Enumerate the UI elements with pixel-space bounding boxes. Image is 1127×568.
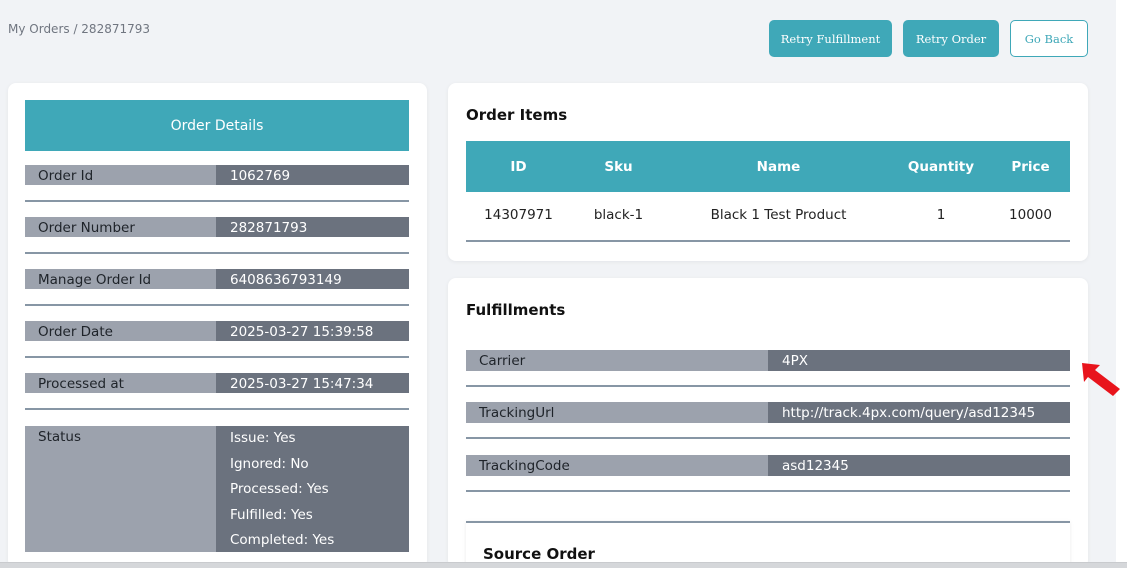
carrier-value: 4PX <box>768 350 1070 371</box>
carrier-label: Carrier <box>466 350 768 371</box>
fulfillments-title: Fulfillments <box>466 301 566 319</box>
col-quantity: Quantity <box>907 158 975 175</box>
divider <box>25 252 409 254</box>
col-id: ID <box>510 158 527 175</box>
cell-id: 14307971 <box>484 207 553 223</box>
order-date-label: Order Date <box>25 321 216 341</box>
divider <box>25 304 409 306</box>
order-date-value: 2025-03-27 15:39:58 <box>216 321 409 341</box>
status-processed: Processed: Yes <box>230 481 329 497</box>
order-id-label: Order Id <box>25 165 216 185</box>
tracking-url-value[interactable]: http://track.4px.com/query/asd12345 <box>768 402 1070 423</box>
page-right-strip <box>1116 0 1127 568</box>
order-items-title: Order Items <box>466 106 568 124</box>
order-number-label: Order Number <box>25 217 216 237</box>
order-id-value: 1062769 <box>216 165 409 185</box>
cell-sku: black-1 <box>593 207 644 223</box>
window-bottom-edge <box>0 562 1127 568</box>
cell-quantity: 1 <box>936 207 946 223</box>
status-ignored: Ignored: No <box>230 455 309 472</box>
order-items-card: Order Items ID Sku Name Quantity Price 1… <box>448 83 1088 261</box>
retry-order-button[interactable]: Retry Order <box>903 20 999 57</box>
status-label: Status <box>25 426 216 552</box>
divider <box>25 356 409 358</box>
col-sku: Sku <box>604 158 633 175</box>
status-issue: Issue: Yes <box>230 430 296 446</box>
tracking-code-value: asd12345 <box>768 455 1070 476</box>
col-name: Name <box>756 158 801 175</box>
processed-at-value: 2025-03-27 15:47:34 <box>216 373 409 393</box>
divider <box>466 240 1070 242</box>
divider <box>466 437 1070 439</box>
status-completed: Completed: Yes <box>230 532 335 548</box>
tracking-url-label: TrackingUrl <box>466 402 768 423</box>
divider <box>25 200 409 202</box>
divider <box>466 385 1070 387</box>
status-fulfilled: Fulfilled: Yes <box>230 506 313 523</box>
processed-at-label: Processed at <box>25 373 216 393</box>
manage-order-id-label: Manage Order Id <box>25 269 216 289</box>
order-number-value: 282871793 <box>216 217 409 237</box>
source-order-title: Source Order <box>483 545 595 563</box>
status-values: Issue: Yes Ignored: No Processed: Yes Fu… <box>216 426 409 552</box>
order-details-card: Order Details Order Id 1062769 Order Num… <box>8 83 427 568</box>
retry-fulfillment-button[interactable]: Retry Fulfillment <box>769 20 892 57</box>
order-details-title: Order Details <box>25 100 409 151</box>
breadcrumb[interactable]: My Orders / 282871793 <box>8 22 150 36</box>
col-price: Price <box>1011 158 1050 175</box>
cell-name: Black 1 Test Product <box>710 207 847 223</box>
divider <box>25 408 409 410</box>
red-arrow-icon <box>1082 363 1120 396</box>
go-back-button[interactable]: Go Back <box>1010 20 1088 57</box>
source-order-panel: Source Order <box>466 521 1070 568</box>
fulfillments-card: Fulfillments Carrier 4PX TrackingUrl htt… <box>448 278 1088 568</box>
cell-price: 10000 <box>1009 207 1052 223</box>
manage-order-id-value: 6408636793149 <box>216 269 409 289</box>
tracking-code-label: TrackingCode <box>466 455 768 476</box>
divider <box>466 490 1070 492</box>
